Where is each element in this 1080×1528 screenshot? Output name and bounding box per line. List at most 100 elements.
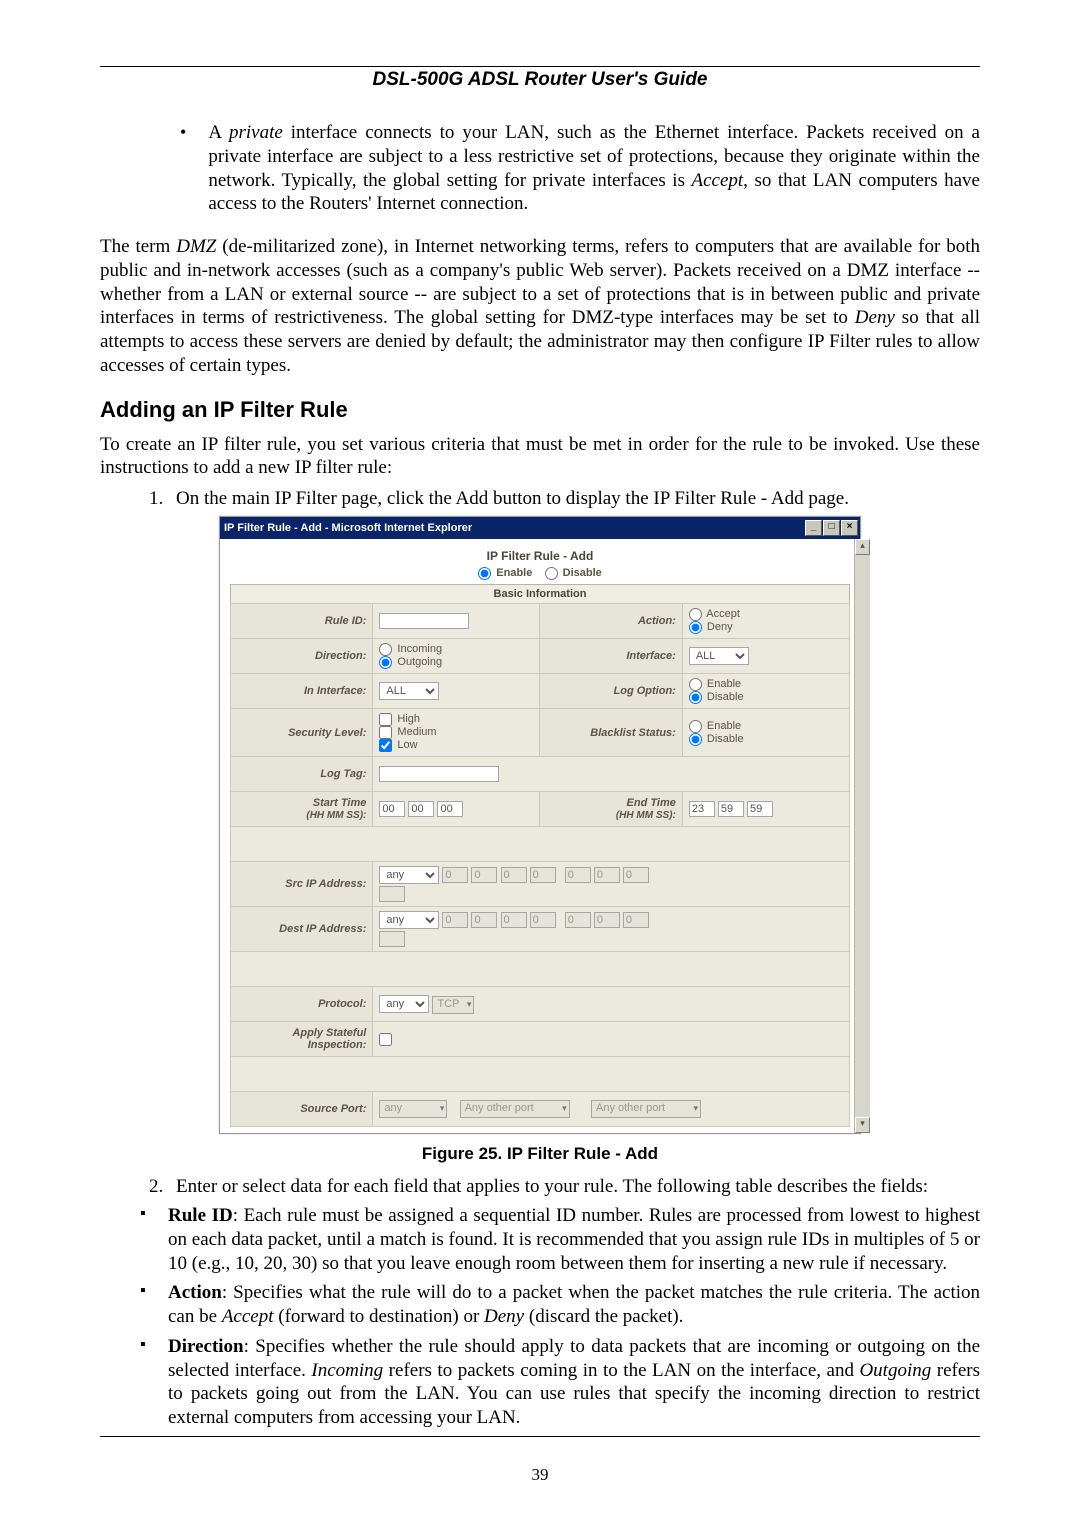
basic-info-table: Rule ID: Action: Accept Deny Direction: … [230,603,850,1127]
b: Rule ID [168,1205,233,1226]
t: Enable [707,678,741,690]
t: (forward to destination) or [274,1306,485,1327]
label-action: Action: [540,604,682,639]
label-src-ip: Src IP Address: [231,862,373,907]
protocol-tcp-disabled: TCP [432,996,474,1014]
direction-incoming-radio[interactable]: Incoming [379,643,442,655]
src-mask-o2 [594,867,620,883]
src-ip-o1 [442,867,468,883]
t: Enable [496,567,532,579]
maximize-icon[interactable]: □ [823,520,840,536]
scrollbar[interactable]: ▴ ▾ [854,539,870,1133]
direction-outgoing-radio[interactable]: Outgoing [379,656,442,668]
scroll-down-icon[interactable]: ▾ [855,1117,870,1133]
label-dest-ip: Dest IP Address: [231,907,373,952]
end-hh-input[interactable] [689,801,715,817]
dest-ip-o1 [442,912,468,928]
sec-medium-check[interactable]: Medium [379,726,436,738]
header-rule-top [100,66,980,67]
start-ss-input[interactable] [437,801,463,817]
steps-list: On the main IP Filter page, click the Ad… [100,488,980,510]
sec-high-check[interactable]: High [379,713,420,725]
t: Accept [706,608,740,620]
log-disable-radio[interactable]: Disable [689,691,744,703]
end-ss-input[interactable] [747,801,773,817]
start-mm-input[interactable] [408,801,434,817]
t: Disable [707,733,744,745]
step-2: Enter or select data for each field that… [168,1176,980,1198]
log-tag-input[interactable] [379,766,499,782]
t: Disable [707,691,744,703]
em: private [229,122,283,143]
t: High [397,713,420,725]
label-end-time: End Time(HH MM SS): [540,792,682,827]
close-icon[interactable]: × [841,520,858,536]
t: Medium [397,726,436,738]
em: Deny [484,1306,524,1327]
end-mm-input[interactable] [718,801,744,817]
dest-ip-select[interactable]: any [379,911,439,929]
action-accept-radio[interactable]: Accept [689,608,740,620]
rule-id-input[interactable] [379,613,469,629]
in-interface-select[interactable]: ALL [379,682,439,700]
intro-bullet: • A private interface connects to your L… [180,121,980,216]
log-enable-radio[interactable]: Enable [689,678,741,690]
section-heading: Adding an IP Filter Rule [100,397,980,423]
section-basic-info: Basic Information [230,584,850,603]
figure-caption: Figure 25. IP Filter Rule - Add [100,1144,980,1164]
window-title: IP Filter Rule - Add - Microsoft Interne… [224,522,472,534]
t: Low [397,739,417,751]
t: Outgoing [397,656,442,668]
source-port-other-2: Any other port [591,1100,701,1118]
dest-mask-o2 [594,912,620,928]
src-mask-o1 [565,867,591,883]
step-1: On the main IP Filter page, click the Ad… [168,488,980,510]
scroll-up-icon[interactable]: ▴ [855,539,870,555]
dest-ip-o4 [530,912,556,928]
t: Incoming [397,643,442,655]
em: Accept [222,1306,274,1327]
bl-enable-radio[interactable]: Enable [689,720,741,732]
em: Deny [855,307,895,328]
dest-mask-o1 [565,912,591,928]
minimize-icon[interactable]: _ [805,520,822,536]
t: Enable [707,720,741,732]
em: DMZ [176,236,216,257]
label-log-tag: Log Tag: [231,757,373,792]
dest-mask-o3 [623,912,649,928]
src-extra [379,886,405,902]
label-direction: Direction: [231,639,373,674]
protocol-select[interactable]: any [379,995,429,1013]
window-titlebar: IP Filter Rule - Add - Microsoft Interne… [220,517,860,539]
footer-rule [100,1436,980,1437]
start-hh-input[interactable] [379,801,405,817]
label-start-time: Start Time(HH MM SS): [231,792,373,827]
desc-rule-id: Rule ID: Each rule must be assigned a se… [140,1204,980,1275]
field-descriptions: Rule ID: Each rule must be assigned a se… [100,1204,980,1430]
panel-heading: IP Filter Rule - Add [230,549,850,563]
create-paragraph: To create an IP filter rule, you set var… [100,433,980,481]
src-ip-o2 [471,867,497,883]
interface-select[interactable]: ALL [689,647,749,665]
enable-disable-row: Enable Disable [230,567,850,580]
b: Action [168,1282,222,1303]
bl-disable-radio[interactable]: Disable [689,733,744,745]
em: Accept [691,170,743,191]
t: refers to packets coming in to the LAN o… [383,1360,859,1381]
src-mask-o3 [623,867,649,883]
sec-low-check[interactable]: Low [379,739,417,751]
src-ip-o3 [501,867,527,883]
action-deny-radio[interactable]: Deny [689,621,733,633]
label-source-port: Source Port: [231,1092,373,1127]
src-ip-select[interactable]: any [379,866,439,884]
dest-ip-o3 [501,912,527,928]
enable-radio[interactable]: Enable [478,567,532,579]
t: A [208,122,229,143]
desc-direction: Direction: Specifies whether the rule sh… [140,1335,980,1430]
desc-action: Action: Specifies what the rule will do … [140,1281,980,1329]
disable-radio[interactable]: Disable [545,567,602,579]
label-interface: Interface: [540,639,682,674]
apply-stateful-check[interactable] [379,1033,392,1046]
label-protocol: Protocol: [231,987,373,1022]
label-rule-id: Rule ID: [231,604,373,639]
